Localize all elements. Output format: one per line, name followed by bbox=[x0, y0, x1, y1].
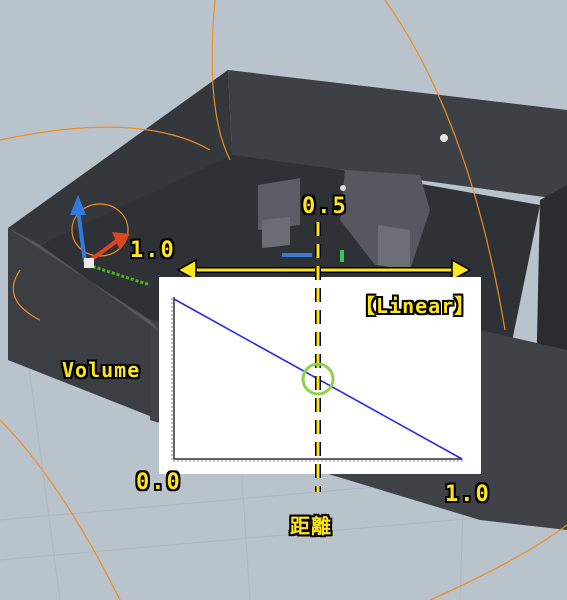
curve-type-label: 【Linear】 bbox=[355, 294, 476, 318]
selection-marker bbox=[282, 253, 312, 257]
light-icon[interactable] bbox=[440, 134, 448, 142]
linear-curve-line bbox=[173, 298, 463, 460]
distance-mid-label: 0.5 bbox=[302, 194, 348, 219]
series-layer bbox=[173, 298, 463, 460]
prop-stairs-steps bbox=[378, 225, 410, 270]
distance-axis-label: 距離 bbox=[290, 514, 332, 538]
volume-axis-label: Volume bbox=[62, 358, 141, 382]
origin-label: 0.0 bbox=[136, 470, 182, 495]
y-axis-ticks bbox=[171, 298, 174, 460]
green-marker bbox=[340, 250, 344, 262]
distance-max-label: 1.0 bbox=[445, 482, 491, 507]
prop-block-small bbox=[262, 217, 290, 248]
audio-source-icon[interactable] bbox=[340, 185, 346, 191]
volume-max-label: 1.0 bbox=[130, 238, 176, 263]
